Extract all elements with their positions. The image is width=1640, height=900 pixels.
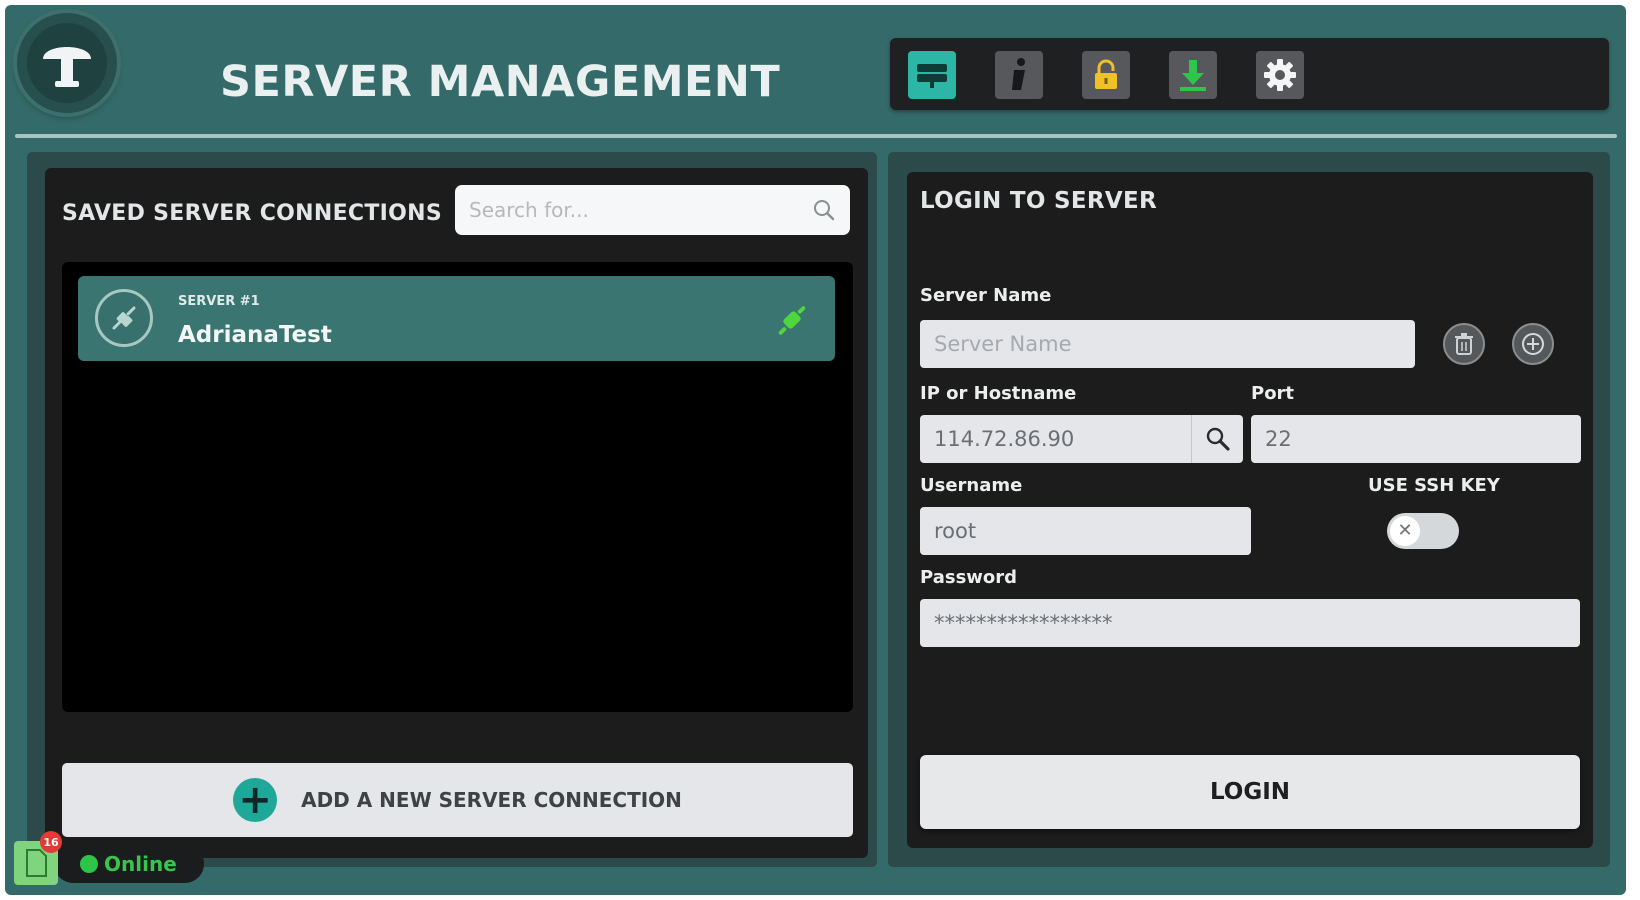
online-dot-icon	[80, 855, 98, 873]
server-name-input[interactable]	[920, 320, 1415, 368]
port-field-label: Port	[1251, 383, 1295, 404]
status-indicator: Online	[54, 845, 204, 883]
server-number-label: SERVER #1	[178, 294, 260, 309]
add-server-button[interactable]: + ADD A NEW SERVER CONNECTION	[62, 763, 853, 837]
trash-icon	[1455, 333, 1473, 355]
plus-circle-icon	[1522, 333, 1544, 355]
ip-lookup-button[interactable]	[1191, 415, 1243, 463]
username-input[interactable]	[920, 507, 1251, 555]
close-icon: ✕	[1390, 516, 1420, 546]
settings-button[interactable]	[1256, 51, 1304, 99]
connect-button[interactable]	[773, 302, 811, 340]
ssh-key-label: USE SSH KEY	[1368, 475, 1500, 496]
search-box	[455, 185, 850, 235]
plus-icon: +	[233, 778, 278, 822]
download-button[interactable]	[1169, 51, 1217, 99]
search-input[interactable]	[469, 198, 812, 222]
server-name-label: AdrianaTest	[178, 322, 332, 348]
toolbar	[890, 38, 1609, 110]
delete-server-button[interactable]	[1443, 323, 1485, 365]
password-input[interactable]	[920, 599, 1580, 647]
ssh-key-toggle[interactable]: ✕	[1387, 513, 1459, 549]
login-title: LOGIN TO SERVER	[920, 188, 1158, 214]
lock-button[interactable]	[1082, 51, 1130, 99]
server-icon	[917, 64, 947, 88]
lock-icon	[1095, 59, 1117, 89]
password-field-label: Password	[920, 567, 1018, 588]
port-input[interactable]	[1251, 415, 1581, 463]
server-tab-button[interactable]	[908, 51, 956, 99]
info-button[interactable]	[995, 51, 1043, 99]
mushroom-icon	[43, 47, 91, 87]
plug-connected-icon	[778, 306, 806, 335]
download-icon	[1180, 60, 1206, 91]
ip-input[interactable]	[920, 415, 1192, 463]
username-field-label: Username	[920, 475, 1023, 496]
saved-connections-title: SAVED SERVER CONNECTIONS	[62, 201, 443, 226]
add-server-label: ADD A NEW SERVER CONNECTION	[301, 788, 682, 812]
magnifier-icon	[1206, 427, 1230, 451]
login-button[interactable]: LOGIN	[920, 755, 1580, 829]
header-divider	[15, 134, 1617, 138]
page-title: SERVER MANAGEMENT	[220, 57, 781, 107]
gear-icon	[1264, 59, 1296, 91]
app-logo	[17, 13, 117, 113]
ip-field-label: IP or Hostname	[920, 383, 1077, 404]
status-bar: Online 16	[14, 831, 204, 886]
server-list-item[interactable]: SERVER #1 AdrianaTest	[78, 276, 835, 361]
server-name-field-label: Server Name	[920, 285, 1052, 306]
info-icon	[1012, 58, 1025, 90]
document-icon	[26, 849, 47, 877]
connection-plug-icon	[95, 289, 153, 347]
add-server-round-button[interactable]	[1512, 323, 1554, 365]
search-icon[interactable]	[812, 198, 836, 222]
notification-badge: 16	[40, 831, 62, 853]
status-text: Online	[104, 852, 177, 876]
notifications-button[interactable]: 16	[14, 831, 62, 885]
